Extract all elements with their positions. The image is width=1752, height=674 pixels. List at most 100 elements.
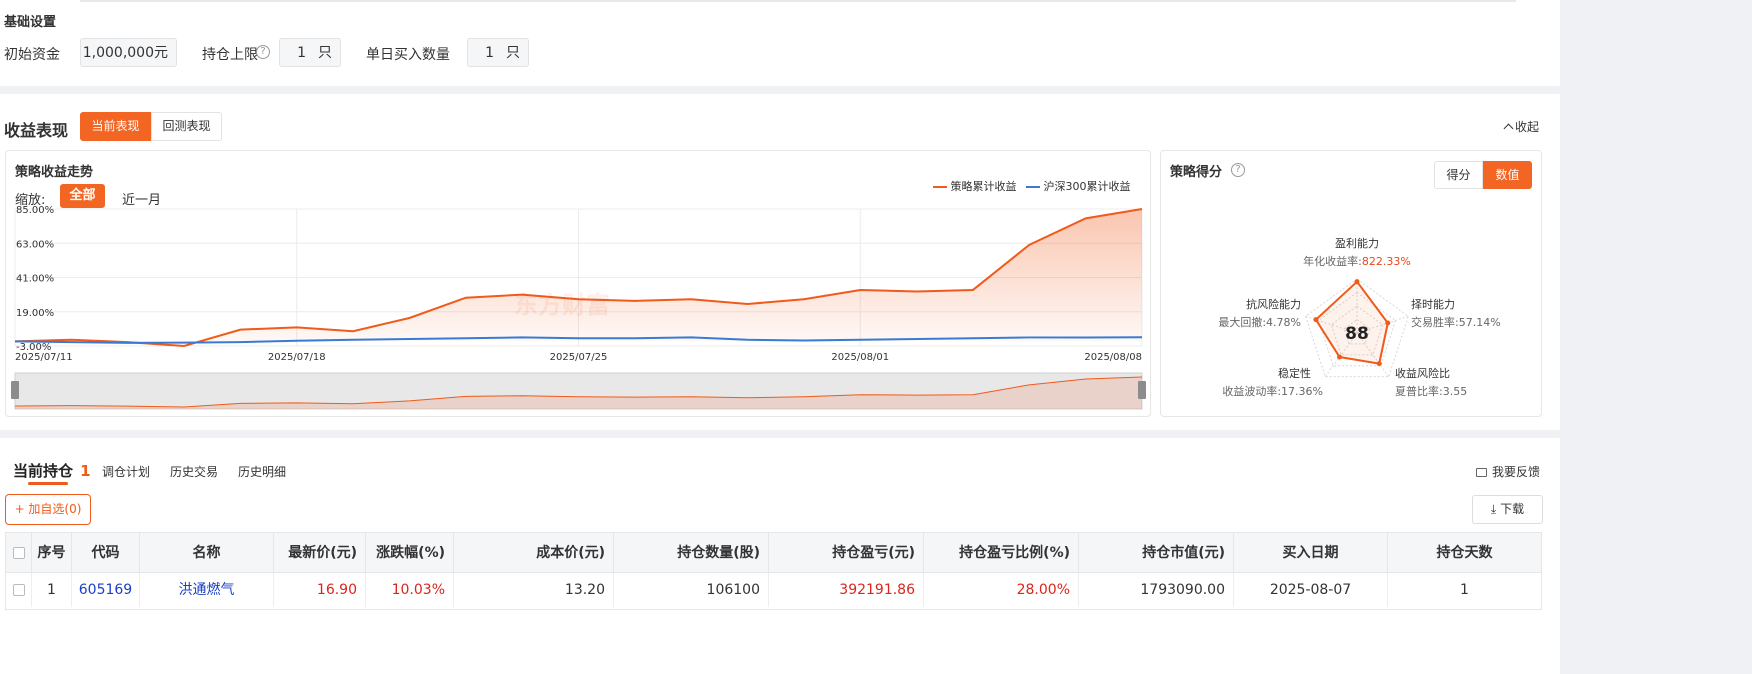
performance-panel: 收益表现 当前表现 回测表现 收起 策略收益走势 缩放: 全部 近一月 策略累计… (0, 94, 1560, 430)
add-watchlist-button[interactable]: + 加自选(0) (5, 494, 91, 525)
header-name: 名称 (140, 533, 274, 573)
profit-metric: 年化收益率: (1303, 255, 1362, 268)
stability-name: 稳定性 (1278, 367, 1311, 380)
daily-unit: 只 (506, 45, 520, 61)
download-label: 下载 (1500, 502, 1525, 516)
current-holdings-label: 当前持仓 (13, 462, 74, 480)
header-change: 涨跌幅(%) (366, 533, 454, 573)
radar-label-profit: 盈利能力 年化收益率:822.33% (1297, 235, 1417, 269)
sharpe-metric: 夏普比率: (1395, 385, 1443, 398)
header-cost: 成本价(元) (454, 533, 614, 573)
header-pnl-ratio: 持仓盈亏比例(%) (924, 533, 1079, 573)
radar-label-sharpe: 收益风险比 夏普比率:3.55 (1395, 365, 1495, 399)
radar-point (1354, 279, 1360, 285)
radar-point (1376, 361, 1382, 367)
risk-metric: 最大回撤: (1218, 316, 1267, 329)
capital-unit: 元 (154, 45, 168, 61)
cell-code[interactable]: 605169 (72, 573, 140, 607)
risk-name: 抗风险能力 (1246, 298, 1301, 311)
header-pnl: 持仓盈亏(元) (769, 533, 924, 573)
divider (80, 0, 1516, 2)
slider-handle-left (11, 381, 19, 399)
download-button[interactable]: ⤓ 下载 (1472, 495, 1543, 524)
basic-settings-panel: 基础设置 初始资金 1,000,000元 持仓上限 ? 1只 单日买入数量 1只 (0, 0, 1560, 86)
position-limit-input[interactable]: 1只 (279, 38, 341, 67)
comment-icon (1476, 468, 1487, 477)
x-tick-label: 2025/07/18 (268, 352, 326, 363)
capital-input[interactable]: 1,000,000元 (80, 38, 177, 67)
feedback-label: 我要反馈 (1492, 465, 1541, 479)
tab-current-performance[interactable]: 当前表现 (80, 112, 151, 141)
stability-value: 17.36% (1281, 385, 1323, 398)
y-tick-label: 63.00% (16, 239, 54, 250)
slider-handle-right (1138, 381, 1146, 399)
radar-label-timing: 择时能力 交易胜率:57.14% (1411, 296, 1511, 330)
daily-value: 1 (485, 45, 494, 61)
help-icon[interactable]: ? (256, 45, 270, 59)
x-tick-label: 2025/08/08 (1084, 352, 1142, 363)
sharpe-name: 收益风险比 (1395, 367, 1450, 380)
holdings-count: 1 (80, 462, 91, 480)
stability-metric: 收益波动率: (1222, 385, 1282, 398)
cell-cost: 13.20 (454, 573, 614, 607)
table-header: 序号 代码 名称 最新价(元) 涨跌幅(%) 成本价(元) 持仓数量(股) 持仓… (6, 533, 1541, 573)
timing-value: 57.14% (1458, 316, 1501, 329)
select-all-checkbox[interactable] (12, 547, 25, 559)
radar-point (1313, 317, 1319, 323)
header-market-value: 持仓市值(元) (1079, 533, 1234, 573)
tab-backtest-performance[interactable]: 回测表现 (151, 112, 222, 141)
collapse-button[interactable]: 收起 (1503, 118, 1540, 135)
row-checkbox[interactable] (12, 584, 25, 596)
capital-label: 初始资金 (4, 47, 60, 63)
cell-buy-date: 2025-08-07 (1234, 573, 1388, 607)
x-tick-label: 2025/07/11 (15, 352, 73, 363)
daily-buy-input[interactable]: 1只 (467, 38, 529, 67)
header-latest-price: 最新价(元) (274, 533, 366, 573)
performance-title: 收益表现 (4, 121, 69, 140)
position-limit-label: 持仓上限 (202, 47, 258, 63)
cell-days: 1 (1460, 582, 1469, 598)
cell-market-value: 1793090.00 (1079, 573, 1234, 607)
strategy-score-card: 策略得分 ? 得分 数值 88 盈利能力 年化收益率:822.33% 择时能力 … (1160, 150, 1542, 417)
header-quantity: 持仓数量(股) (614, 533, 769, 573)
y-tick-label: 85.00% (16, 205, 54, 216)
feedback-link[interactable]: 我要反馈 (1476, 463, 1540, 480)
daily-buy-label: 单日买入数量 (366, 47, 450, 63)
section-title: 基础设置 (4, 15, 57, 30)
collapse-label: 收起 (1515, 120, 1540, 134)
tab-history-details[interactable]: 历史明细 (238, 463, 286, 480)
chart-watermark: 东方财富 (514, 291, 610, 319)
radar-label-stability: 稳定性 收益波动率:17.36% (1213, 365, 1323, 399)
tab-current-holdings[interactable]: 当前持仓 1 (13, 460, 91, 481)
header-buy-date: 买入日期 (1234, 533, 1388, 573)
sharpe-value: 3.55 (1442, 385, 1468, 398)
trend-chart-card: 策略收益走势 缩放: 全部 近一月 策略累计收益 沪深300累计收益 85.00… (5, 150, 1151, 417)
tab-rebalance-plan[interactable]: 调仓计划 (102, 463, 150, 480)
y-tick-label: 41.00% (16, 274, 54, 285)
tab-history-trades[interactable]: 历史交易 (170, 463, 218, 480)
capital-value: 1,000,000 (82, 45, 154, 61)
limit-unit: 只 (318, 45, 332, 61)
x-tick-label: 2025/08/01 (831, 352, 889, 363)
profit-value: 822.33% (1361, 255, 1411, 268)
cell-name[interactable]: 洪通燃气 (140, 573, 274, 607)
header-code: 代码 (72, 533, 140, 573)
download-icon: ⤓ (1490, 502, 1497, 516)
radar-score: 88 (1345, 324, 1369, 344)
chevron-up-icon (1503, 123, 1514, 134)
risk-value: 4.78% (1266, 316, 1301, 329)
row-select-cell (6, 573, 32, 607)
holdings-panel: 当前持仓 1 调仓计划 历史交易 历史明细 我要反馈 + 加自选(0) ⤓ 下载 … (0, 438, 1560, 674)
limit-value: 1 (297, 45, 306, 61)
select-all-cell (6, 533, 32, 573)
cell-change: 10.03% (366, 573, 454, 607)
active-tab-underline (28, 482, 68, 485)
y-tick-label: 19.00% (16, 308, 54, 319)
header-days: 持仓天数 (1436, 545, 1493, 561)
cell-index: 1 (32, 573, 72, 607)
profit-name: 盈利能力 (1335, 237, 1379, 250)
timing-name: 择时能力 (1411, 298, 1455, 311)
cell-quantity: 106100 (614, 573, 769, 607)
radar-label-risk: 抗风险能力 最大回撤:4.78% (1201, 296, 1301, 330)
holdings-table: 序号 代码 名称 最新价(元) 涨跌幅(%) 成本价(元) 持仓数量(股) 持仓… (5, 532, 1542, 610)
